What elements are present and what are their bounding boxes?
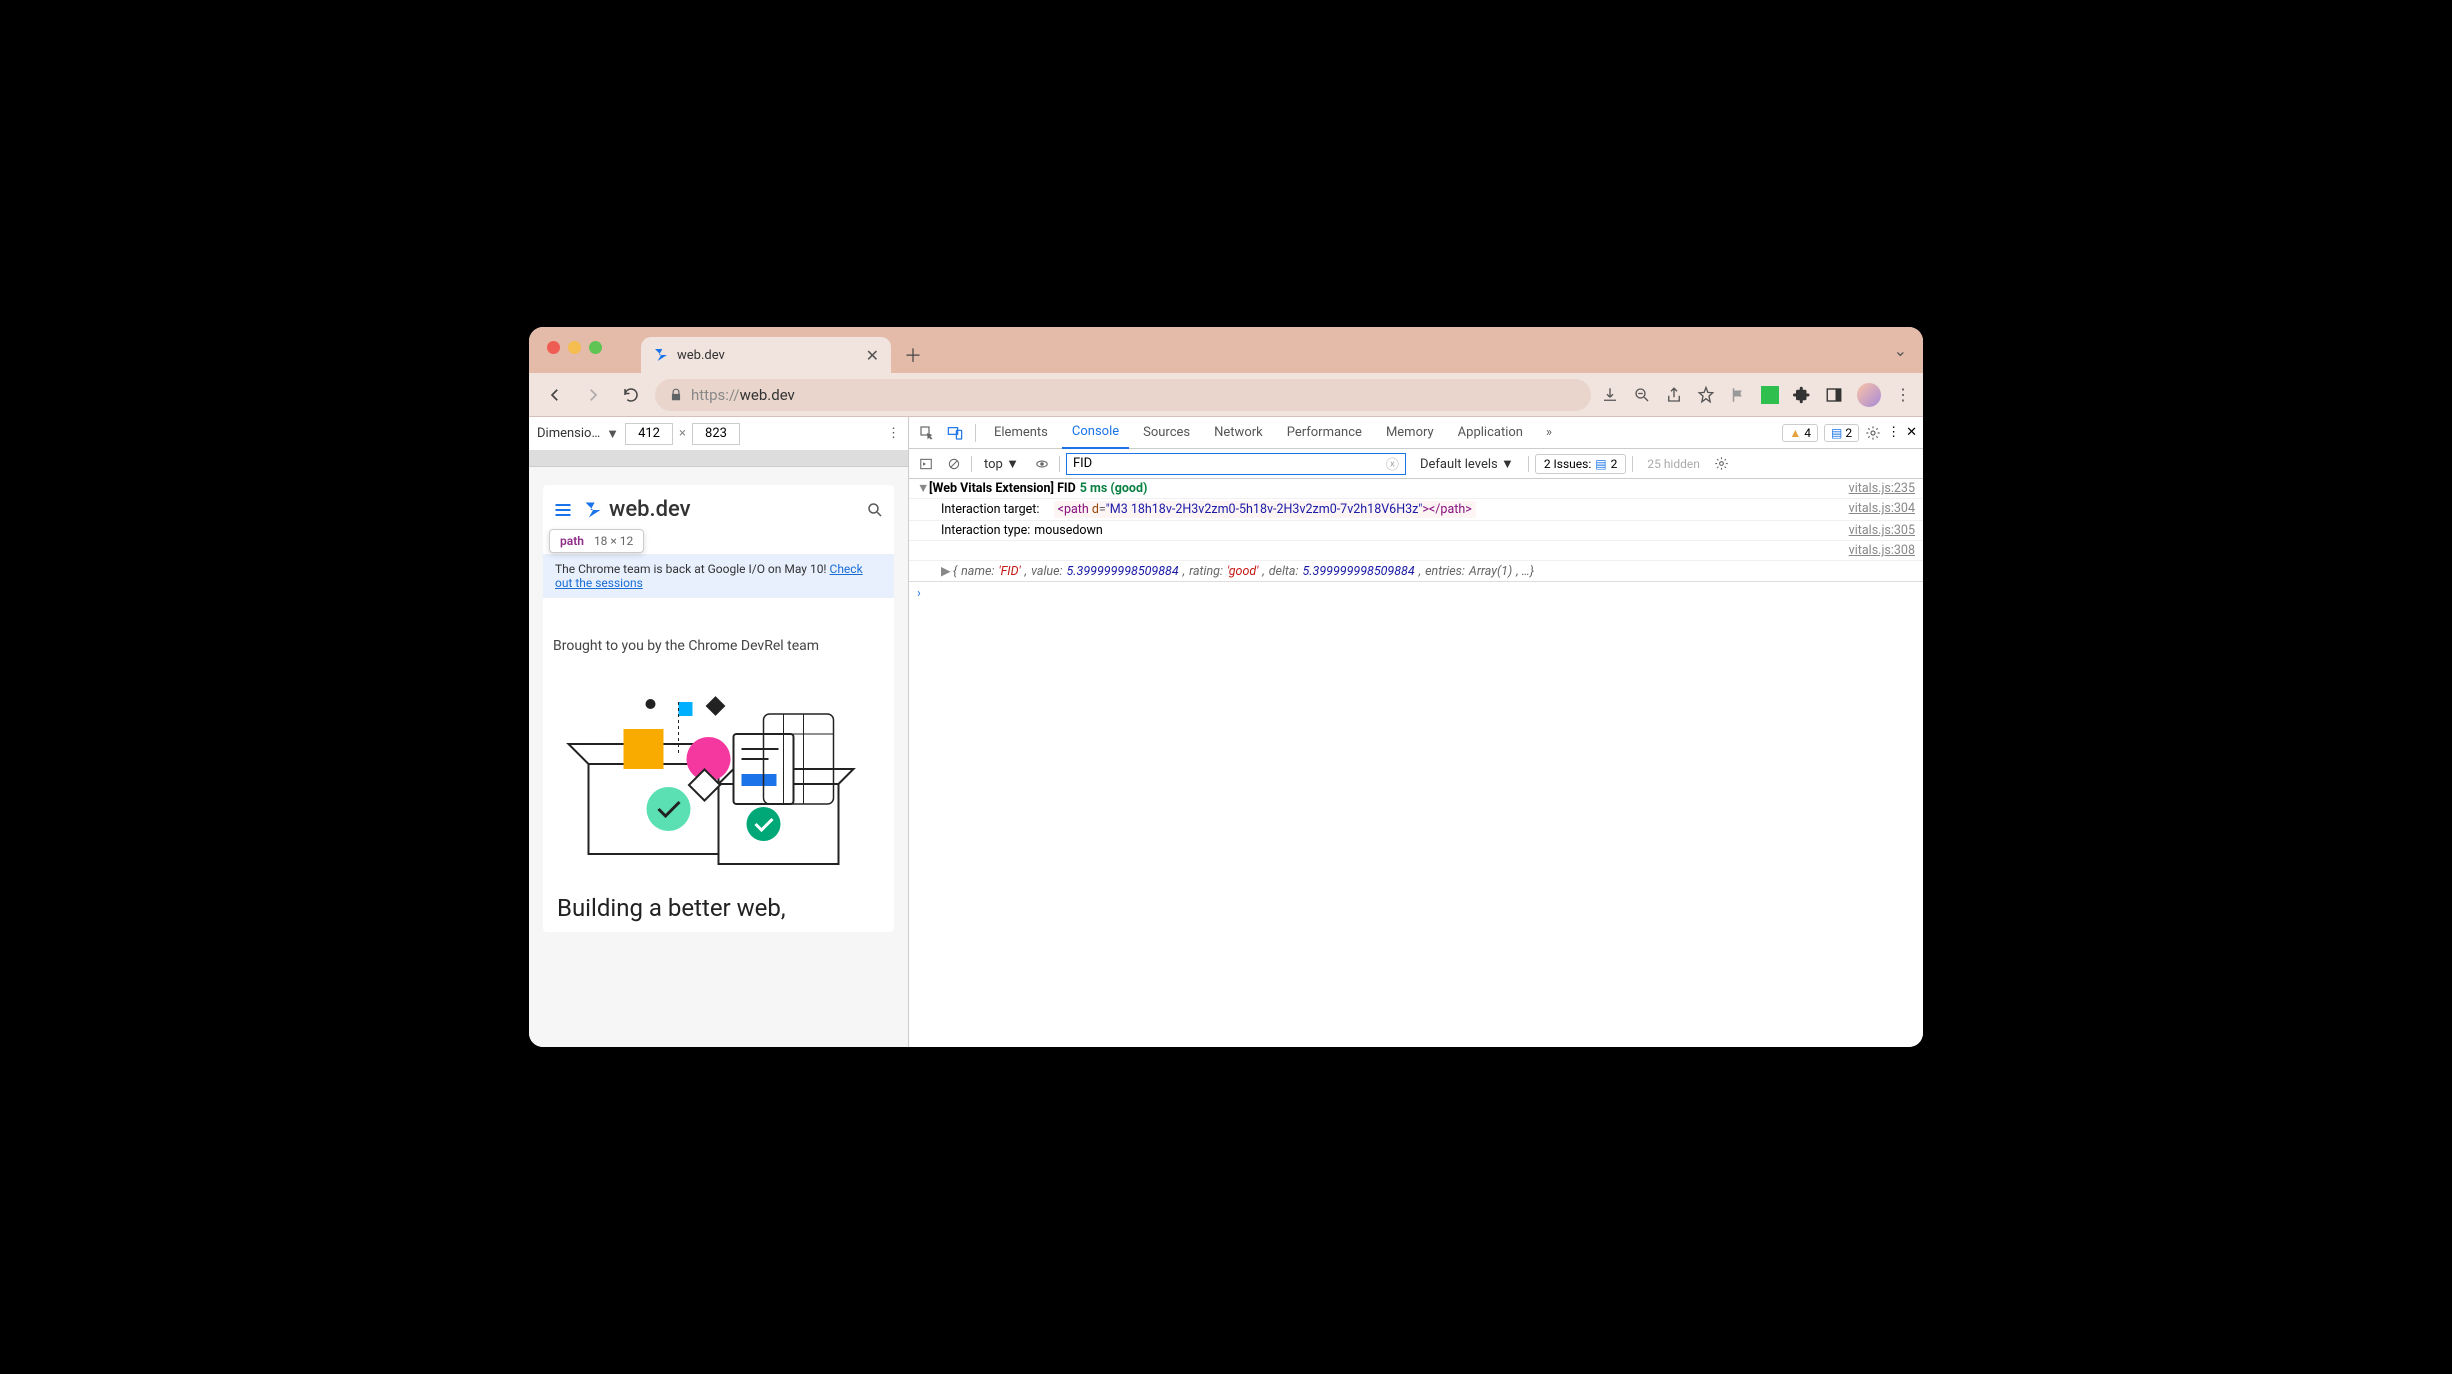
- bookmark-icon[interactable]: [1697, 386, 1715, 404]
- source-link[interactable]: vitals.js:308: [1849, 543, 1915, 558]
- device-toggle-icon[interactable]: [943, 421, 967, 445]
- issues-button[interactable]: 2 Issues: ▤ 2: [1535, 454, 1627, 474]
- search-icon[interactable]: [866, 501, 884, 519]
- tab-memory[interactable]: Memory: [1376, 417, 1444, 449]
- element-tooltip: path 18 × 12: [549, 529, 644, 553]
- source-link[interactable]: vitals.js:304: [1849, 501, 1915, 518]
- hero-headline: Building a better web,: [543, 884, 894, 932]
- log-line: vitals.js:308: [909, 541, 1923, 561]
- tab-elements[interactable]: Elements: [984, 417, 1058, 449]
- hamburger-icon[interactable]: [553, 500, 573, 520]
- browser-tab[interactable]: web.dev ✕: [641, 337, 891, 373]
- tabs-dropdown-icon[interactable]: ⌄: [1894, 341, 1907, 360]
- site-banner: The Chrome team is back at Google I/O on…: [543, 554, 894, 598]
- hero-illustration: [553, 674, 884, 874]
- log-object[interactable]: ▶ {name: 'FID', value: 5.399999998509884…: [909, 561, 1923, 582]
- log-label: Interaction type:: [941, 523, 1030, 538]
- devtools-panel: Elements Console Sources Network Perform…: [909, 417, 1923, 1047]
- tab-application[interactable]: Application: [1448, 417, 1533, 449]
- browser-toolbar: https://web.dev ⋮: [529, 373, 1923, 417]
- tooltip-dimensions: 18 × 12: [594, 534, 633, 548]
- browser-menu-icon[interactable]: ⋮: [1895, 385, 1911, 404]
- log-value: mousedown: [1034, 523, 1103, 538]
- inspect-icon[interactable]: [915, 421, 939, 445]
- source-link[interactable]: vitals.js:305: [1849, 523, 1915, 538]
- log-levels-selector[interactable]: Default levels ▼: [1412, 456, 1522, 472]
- log-label: Interaction target:: [941, 502, 1039, 517]
- clear-console-icon[interactable]: [943, 453, 965, 475]
- browser-titlebar: web.dev ✕ ＋ ⌄: [529, 327, 1923, 373]
- address-bar[interactable]: https://web.dev: [655, 379, 1591, 411]
- new-tab-button[interactable]: ＋: [899, 341, 927, 369]
- expand-caret-icon[interactable]: ▼: [917, 481, 929, 496]
- downloads-icon[interactable]: [1601, 386, 1619, 404]
- close-window-button[interactable]: [547, 341, 560, 354]
- warnings-badge[interactable]: ▲4: [1782, 424, 1818, 442]
- close-tab-icon[interactable]: ✕: [866, 346, 879, 365]
- console-settings-icon[interactable]: [1714, 456, 1729, 471]
- site-logo: web.dev: [583, 497, 691, 522]
- share-icon[interactable]: [1665, 386, 1683, 404]
- log-group-header[interactable]: ▼ [Web Vitals Extension] FID 5 ms (good)…: [909, 479, 1923, 499]
- hidden-count: 25 hidden: [1639, 457, 1708, 471]
- log-line: Interaction type: mousedown vitals.js:30…: [909, 521, 1923, 541]
- tab-favicon: [653, 347, 669, 363]
- dimension-x: ×: [679, 426, 686, 441]
- console-sidebar-toggle-icon[interactable]: [915, 453, 937, 475]
- log-header-prefix: [Web Vitals Extension] FID: [929, 481, 1076, 496]
- context-selector[interactable]: top ▼: [978, 456, 1025, 472]
- tab-network[interactable]: Network: [1204, 417, 1273, 449]
- clear-filter-icon[interactable]: ⓧ: [1386, 454, 1399, 473]
- dom-element-pill[interactable]: <path d="M3 18h18v-2H3v2zm0-5h18v-2H3v2z…: [1054, 501, 1476, 518]
- maximize-window-button[interactable]: [589, 341, 602, 354]
- sidepanel-icon[interactable]: [1825, 386, 1843, 404]
- extension-square-icon[interactable]: [1761, 386, 1779, 404]
- log-line: Interaction target: <path d="M3 18h18v-2…: [909, 499, 1923, 521]
- url-text: https://web.dev: [691, 386, 795, 404]
- reload-button[interactable]: [617, 381, 645, 409]
- expand-caret-icon[interactable]: ▶: [941, 563, 953, 579]
- ruler: [529, 451, 908, 467]
- console-output: ▼ [Web Vitals Extension] FID 5 ms (good)…: [909, 479, 1923, 1047]
- site-preview: web.dev path 18 × 12 The Chrome team is …: [543, 485, 894, 932]
- brought-by-text: Brought to you by the Chrome DevRel team: [543, 598, 894, 664]
- devtools-close-icon[interactable]: ✕: [1906, 425, 1917, 440]
- height-input[interactable]: [692, 423, 740, 445]
- minimize-window-button[interactable]: [568, 341, 581, 354]
- window-controls: [547, 341, 602, 354]
- tab-performance[interactable]: Performance: [1277, 417, 1372, 449]
- flag-icon[interactable]: [1729, 386, 1747, 404]
- preview-more-icon[interactable]: ⋮: [887, 426, 900, 441]
- device-preview-pane: Dimensio… ▼ × ⋮ web.dev: [529, 417, 909, 1047]
- console-filter-input[interactable]: FID ⓧ: [1066, 453, 1406, 475]
- devtools-tabs: Elements Console Sources Network Perform…: [909, 417, 1923, 449]
- tab-console[interactable]: Console: [1062, 417, 1129, 449]
- width-input[interactable]: [625, 423, 673, 445]
- filter-value: FID: [1073, 456, 1092, 471]
- console-toolbar: top ▼ FID ⓧ Default levels ▼ 2 Issues: ▤…: [909, 449, 1923, 479]
- devtools-settings-icon[interactable]: [1865, 425, 1881, 441]
- live-expression-icon[interactable]: [1031, 453, 1053, 475]
- tab-title: web.dev: [677, 348, 858, 363]
- console-prompt[interactable]: ›: [909, 582, 1923, 605]
- messages-badge[interactable]: ▤2: [1824, 424, 1859, 442]
- more-tabs-icon[interactable]: »: [1537, 421, 1561, 445]
- forward-button[interactable]: [579, 381, 607, 409]
- zoom-icon[interactable]: [1633, 386, 1651, 404]
- dimensions-dropdown-icon[interactable]: ▼: [606, 426, 619, 442]
- devtools-menu-icon[interactable]: ⋮: [1887, 425, 1900, 440]
- dimensions-bar: Dimensio… ▼ × ⋮: [529, 417, 908, 451]
- log-header-value: 5 ms (good): [1080, 481, 1148, 496]
- tooltip-tag: path: [560, 534, 584, 548]
- tab-sources[interactable]: Sources: [1133, 417, 1200, 449]
- extensions-icon[interactable]: [1793, 386, 1811, 404]
- banner-text: The Chrome team is back at Google I/O on…: [555, 562, 830, 576]
- profile-avatar[interactable]: [1857, 383, 1881, 407]
- dimensions-label: Dimensio…: [537, 426, 600, 441]
- lock-icon: [669, 388, 683, 402]
- source-link[interactable]: vitals.js:235: [1849, 481, 1915, 496]
- back-button[interactable]: [541, 381, 569, 409]
